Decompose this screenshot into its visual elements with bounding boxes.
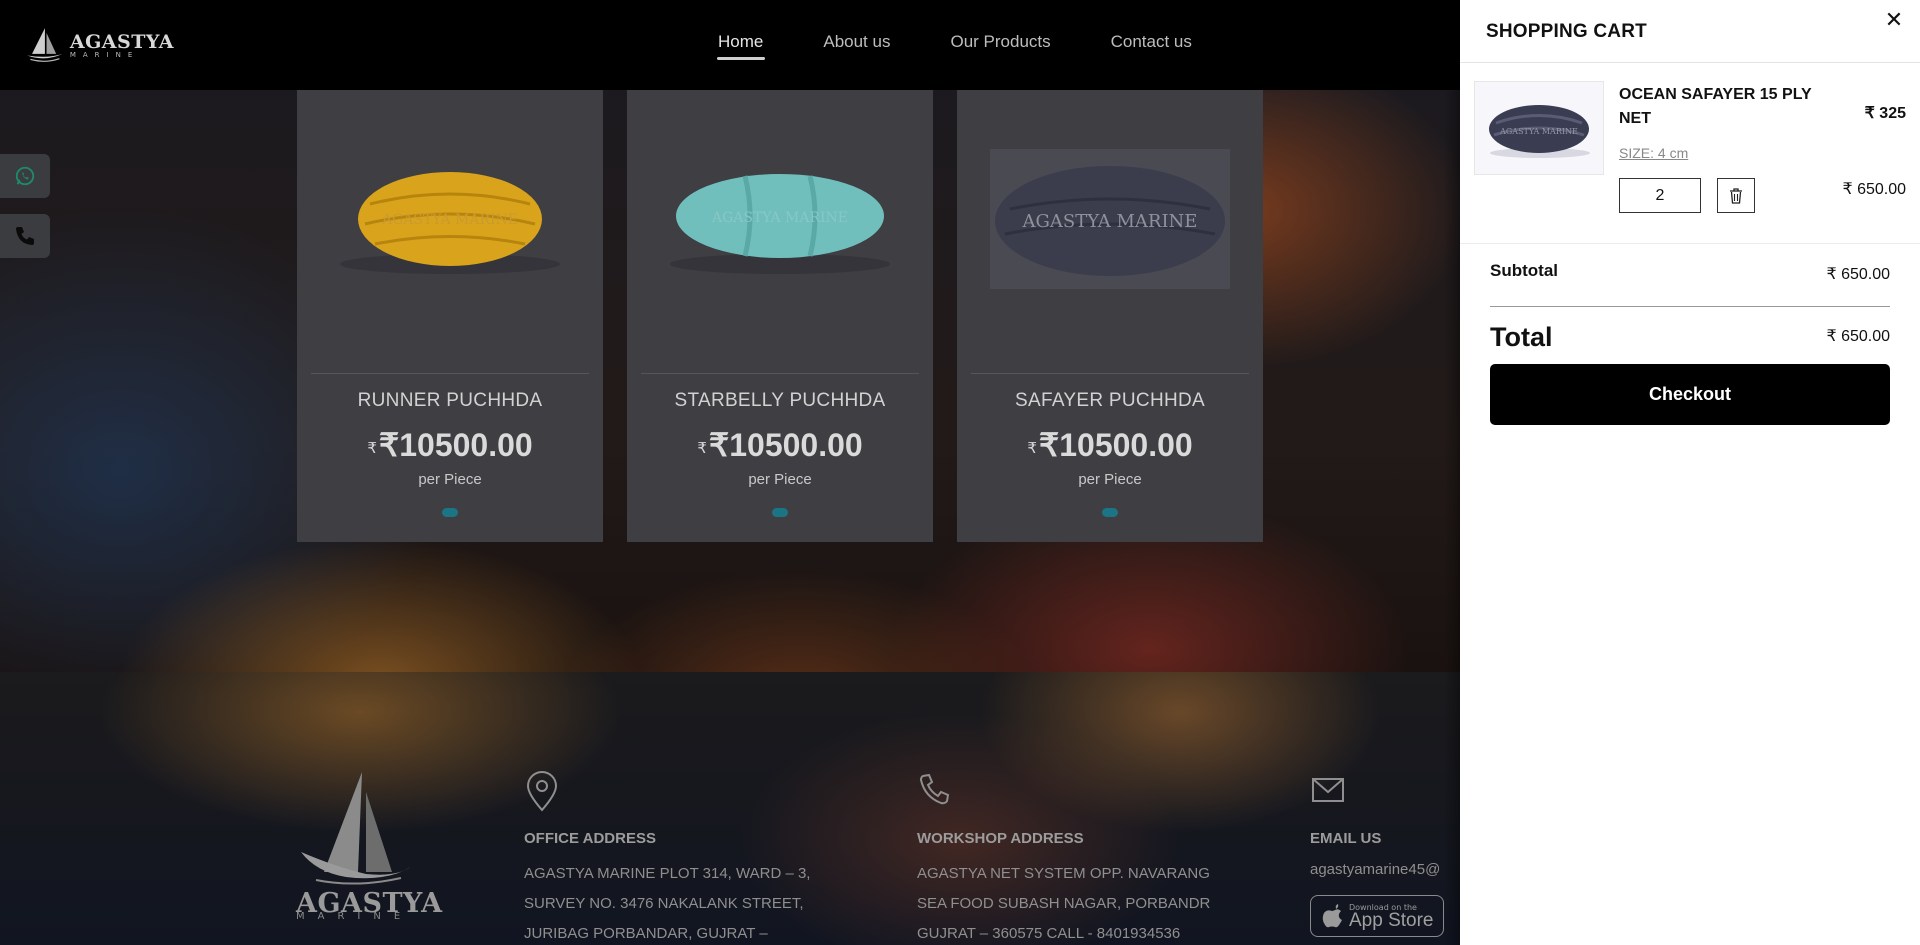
product-list: AGASTYA MARINE RUNNER PUCHHDA ₹₹10500.00… bbox=[297, 90, 1263, 542]
subtotal-label: Subtotal bbox=[1490, 261, 1558, 280]
cart-header: SHOPPING CART ✕ bbox=[1460, 0, 1920, 63]
product-card[interactable]: AGASTYA MARINE STARBELLY PUCHHDA ₹₹10500… bbox=[627, 90, 933, 542]
main-nav: Home About us Our Products Contact us bbox=[716, 32, 1192, 60]
product-image: AGASTYA MARINE bbox=[315, 108, 585, 330]
workshop-address-block: WORKSHOP ADDRESS AGASTYA NET SYSTEM OPP.… bbox=[917, 770, 1210, 945]
nav-home[interactable]: Home bbox=[716, 32, 766, 60]
office-address-line: SURVEY NO. 3476 NAKALANK STREET, bbox=[524, 895, 804, 912]
brand-name: AGASTYA bbox=[69, 31, 174, 53]
product-name: RUNNER PUCHHDA bbox=[357, 390, 543, 411]
office-address-block: OFFICE ADDRESS AGASTYA MARINE PLOT 314, … bbox=[524, 770, 810, 945]
trash-icon bbox=[1730, 187, 1742, 204]
product-price-value: ₹10500.00 bbox=[378, 427, 533, 463]
product-price: ₹₹10500.00 bbox=[627, 426, 933, 464]
currency-symbol: ₹ bbox=[697, 440, 707, 457]
subtotal-row: Subtotal ₹ 650.00 bbox=[1490, 259, 1890, 307]
card-divider bbox=[971, 373, 1249, 374]
quantity-input[interactable] bbox=[1619, 178, 1701, 213]
product-watermark: AGASTYA MARINE bbox=[1499, 127, 1578, 136]
card-divider bbox=[641, 373, 919, 374]
carousel-dot[interactable] bbox=[772, 508, 788, 517]
cart-item-unit-price: ₹ 325 bbox=[1864, 105, 1906, 122]
product-watermark: AGASTYA MARINE bbox=[711, 210, 848, 226]
product-price-value: ₹10500.00 bbox=[708, 427, 863, 463]
cart-item-image[interactable]: AGASTYA MARINE bbox=[1474, 81, 1604, 175]
product-unit: per Piece bbox=[418, 471, 482, 488]
workshop-address-line: GUJRAT – 360575 CALL - 8401934536 bbox=[917, 925, 1181, 942]
email-title: EMAIL US bbox=[1310, 830, 1382, 847]
total-value: ₹ 650.00 bbox=[1826, 328, 1890, 345]
product-watermark: AGASTYA MARINE bbox=[1022, 211, 1198, 232]
workshop-address-text: AGASTYA NET SYSTEM OPP. NAVARANG SEA FOO… bbox=[917, 859, 1210, 945]
mail-icon bbox=[1312, 778, 1344, 802]
cart-item-size[interactable]: SIZE: 4 cm bbox=[1619, 145, 1688, 161]
office-address-line: JURIBAG PORBANDAR, GUJRAT – bbox=[524, 925, 768, 942]
ship-logo-icon bbox=[27, 28, 63, 62]
office-address-line: AGASTYA MARINE PLOT 314, WARD – 3, bbox=[524, 865, 811, 882]
brand-logo[interactable]: AGASTYA MARINE bbox=[24, 18, 174, 72]
office-address-text: AGASTYA MARINE PLOT 314, WARD – 3, SURVE… bbox=[524, 859, 810, 945]
checkout-button[interactable]: Checkout bbox=[1490, 364, 1890, 425]
product-name: STARBELLY PUCHHDA bbox=[674, 390, 886, 411]
product-card[interactable]: AGASTYA MARINE RUNNER PUCHHDA ₹₹10500.00… bbox=[297, 90, 603, 542]
workshop-address-line: SEA FOOD SUBASH NAGAR, PORBANDR bbox=[917, 895, 1211, 912]
product-unit: per Piece bbox=[748, 471, 812, 488]
apple-icon bbox=[1322, 904, 1342, 928]
brand-sub: MARINE bbox=[69, 51, 140, 59]
product-image: AGASTYA MARINE bbox=[975, 108, 1245, 330]
currency-symbol: ₹ bbox=[367, 440, 377, 457]
app-store-big-text: App Store bbox=[1349, 909, 1434, 931]
product-image: AGASTYA MARINE bbox=[645, 108, 915, 330]
total-label: Total bbox=[1490, 322, 1553, 352]
footer-brand-sub: MARINE bbox=[296, 911, 414, 922]
app-store-badge[interactable]: Download on the App Store bbox=[1310, 895, 1444, 937]
whatsapp-button[interactable] bbox=[0, 154, 50, 198]
currency-symbol: ₹ bbox=[1027, 440, 1037, 457]
phone-outline-icon bbox=[919, 773, 950, 805]
cart-item: AGASTYA MARINE OCEAN SAFAYER 15 PLY NET … bbox=[1460, 63, 1920, 244]
product-price: ₹₹10500.00 bbox=[957, 426, 1263, 464]
email-block: EMAIL US agastyamarine45@ Download on th… bbox=[1310, 770, 1444, 937]
product-watermark: AGASTYA MARINE bbox=[381, 212, 518, 228]
office-address-title: OFFICE ADDRESS bbox=[524, 830, 656, 847]
location-pin-icon bbox=[526, 771, 558, 812]
whatsapp-icon bbox=[15, 166, 35, 186]
subtotal-value: ₹ 650.00 bbox=[1826, 266, 1890, 283]
cart-item-name[interactable]: OCEAN SAFAYER 15 PLY NET bbox=[1619, 83, 1819, 131]
close-icon[interactable]: ✕ bbox=[1882, 7, 1906, 32]
workshop-address-title: WORKSHOP ADDRESS bbox=[917, 830, 1084, 847]
phone-icon bbox=[16, 227, 34, 245]
cart-title: SHOPPING CART bbox=[1486, 21, 1647, 42]
workshop-address-line: AGASTYA NET SYSTEM OPP. NAVARANG bbox=[917, 865, 1210, 882]
product-price: ₹₹10500.00 bbox=[297, 426, 603, 464]
phone-button[interactable] bbox=[0, 214, 50, 258]
nav-contact-us[interactable]: Contact us bbox=[1111, 32, 1192, 52]
carousel-dot[interactable] bbox=[442, 508, 458, 517]
cart-shadow bbox=[1444, 0, 1460, 945]
product-price-value: ₹10500.00 bbox=[1038, 427, 1193, 463]
card-divider bbox=[311, 373, 589, 374]
shopping-cart-drawer: SHOPPING CART ✕ AGASTYA MARINE OCEAN SAF… bbox=[1460, 0, 1920, 945]
cart-item-line-total: ₹ 650.00 bbox=[1842, 181, 1906, 198]
carousel-dot[interactable] bbox=[1102, 508, 1118, 517]
product-unit: per Piece bbox=[1078, 471, 1142, 488]
nav-about-us[interactable]: About us bbox=[823, 32, 890, 52]
nav-our-products[interactable]: Our Products bbox=[950, 32, 1050, 52]
email-address[interactable]: agastyamarine45@ bbox=[1310, 859, 1444, 881]
product-card[interactable]: AGASTYA MARINE SAFAYER PUCHHDA ₹₹10500.0… bbox=[957, 90, 1263, 542]
remove-item-button[interactable] bbox=[1717, 178, 1755, 213]
product-name: SAFAYER PUCHHDA bbox=[1015, 390, 1205, 411]
